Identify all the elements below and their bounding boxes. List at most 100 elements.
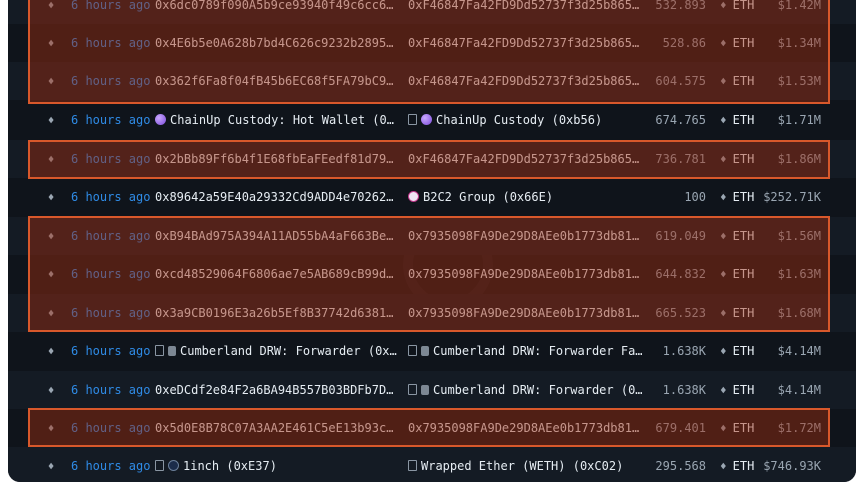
cumberland-logo-icon — [421, 385, 429, 395]
from-address[interactable]: 0x5d0E8B78C07A3AA2E461C5eE13b93c073 — [155, 421, 400, 435]
table-row[interactable]: ♦ 6 hours ago 0xB94BAd975A394A11AD55bA4a… — [8, 217, 856, 255]
table-row[interactable]: ♦ 6 hours ago 1inch (0xE37) Wrapped Ethe… — [8, 447, 856, 482]
to-entity[interactable]: B2C2 Group (0x66E) — [408, 190, 646, 204]
ethereum-icon: ♦ — [720, 0, 727, 12]
usd-value: $1.56M — [777, 229, 821, 243]
time-link[interactable]: 6 hours ago — [71, 0, 150, 12]
amount: 619.049 — [655, 229, 706, 243]
time-link[interactable]: 6 hours ago — [71, 152, 150, 166]
table-row[interactable]: ♦ 6 hours ago 0x4E6b5e0A628b7bd4C626c923… — [8, 24, 856, 62]
ethereum-icon: ♦ — [47, 344, 55, 358]
time-link[interactable]: 6 hours ago — [71, 306, 150, 320]
table-row[interactable]: ♦ 6 hours ago 0x3a9CB0196E3a26b5Ef8B3774… — [8, 294, 856, 332]
from-address[interactable]: 0x2bBb89Ff6b4f1E68fbEaFEedf81d79F30 — [155, 152, 400, 166]
time-link[interactable]: 6 hours ago — [71, 190, 150, 204]
ethereum-icon: ♦ — [47, 459, 55, 473]
usd-value: $1.34M — [777, 36, 821, 50]
contract-document-icon — [408, 384, 417, 395]
contract-document-icon — [408, 345, 417, 356]
usd-value: $1.53M — [777, 74, 821, 88]
from-address[interactable]: 0xcd48529064F6806ae7e5AB689cB99d863 — [155, 267, 400, 281]
from-entity[interactable]: 1inch (0xE37) — [155, 459, 400, 473]
to-address[interactable]: 0xF46847Fa42FD9Dd52737f3d25b8659cce4cb — [408, 0, 646, 12]
from-entity[interactable]: ChainUp Custody: Hot Wallet (0x0e — [155, 113, 400, 127]
to-entity[interactable]: Cumberland DRW: Forwarder (0x28 — [408, 383, 646, 397]
to-address[interactable]: 0xF46847Fa42FD9Dd52737f3d25b8659cce — [408, 152, 646, 166]
to-address[interactable]: 0x7935098FA9De29D8AEe0b1773db8178b2 — [408, 421, 646, 435]
b2c2-logo-icon — [408, 191, 419, 202]
from-entity[interactable]: Cumberland DRW: Forwarder (0x28 — [155, 344, 400, 358]
from-address[interactable]: 0x4E6b5e0A628b7bd4C626c9232b28950d4 — [155, 36, 400, 50]
ethereum-icon: ♦ — [47, 113, 55, 127]
usd-value: $1.68M — [777, 306, 821, 320]
amount: 644.832 — [655, 267, 706, 281]
amount: 295.568 — [655, 459, 706, 473]
amount: 100 — [684, 190, 706, 204]
ethereum-icon: ♦ — [720, 384, 727, 397]
to-entity[interactable]: Cumberland DRW: Forwarder Facto — [408, 344, 646, 358]
contract-document-icon — [155, 345, 164, 356]
amount: 1.638K — [662, 383, 706, 397]
to-address[interactable]: 0x7935098FA9De29D8AEe0b1773db8178b2 — [408, 306, 646, 320]
to-entity[interactable]: Wrapped Ether (WETH) (0xC02) — [408, 459, 646, 473]
ethereum-icon: ♦ — [47, 421, 55, 435]
time-link[interactable]: 6 hours ago — [71, 36, 150, 50]
time-link[interactable]: 6 hours ago — [71, 267, 150, 281]
time-link[interactable]: 6 hours ago — [71, 421, 150, 435]
amount: 1.638K — [662, 344, 706, 358]
to-address[interactable]: 0x7935098FA9De29D8AEe0b1773db8178b2 — [408, 267, 646, 281]
transfers-table: ♦ 6 hours ago 0x6dc0789f090A5b9ce93940f4… — [8, 0, 856, 482]
usd-value: $1.42M — [777, 0, 821, 12]
table-row[interactable]: ♦ 6 hours ago ChainUp Custody: Hot Walle… — [8, 101, 856, 139]
contract-document-icon — [155, 460, 164, 471]
to-entity-label: Wrapped Ether (WETH) (0xC02) — [421, 459, 624, 473]
table-row[interactable]: ♦ 6 hours ago 0x89642a59E40a29332Cd9ADD4… — [8, 178, 856, 216]
amount: 674.765 — [655, 113, 706, 127]
to-address[interactable]: 0xF46847Fa42FD9Dd52737f3d25b8659cce — [408, 74, 646, 88]
table-row[interactable]: ♦ 6 hours ago 0x362f6Fa8f04fB45b6EC68f5F… — [8, 62, 856, 100]
ethereum-icon: ♦ — [47, 267, 55, 281]
from-address[interactable]: 0x6dc0789f090A5b9ce93940f49c6cc6c6cec — [155, 0, 400, 12]
amount: 665.523 — [655, 306, 706, 320]
amount: 532.893 — [655, 0, 706, 12]
usd-value: $1.72M — [777, 421, 821, 435]
ethereum-icon: ♦ — [720, 268, 727, 281]
table-row[interactable]: ♦ 6 hours ago 0x2bBb89Ff6b4f1E68fbEaFEed… — [8, 140, 856, 178]
usd-value: $746.93K — [763, 459, 821, 473]
table-row[interactable]: ♦ 6 hours ago 0xeDCdf2e84F2a6BA94B557B03… — [8, 371, 856, 409]
amount: 528.86 — [662, 36, 706, 50]
table-row[interactable]: ♦ 6 hours ago 0xcd48529064F6806ae7e5AB68… — [8, 255, 856, 293]
table-row[interactable]: ♦ 6 hours ago 0x5d0E8B78C07A3AA2E461C5eE… — [8, 409, 856, 447]
ethereum-icon: ♦ — [720, 230, 727, 243]
ethereum-icon: ♦ — [720, 37, 727, 50]
to-entity[interactable]: ChainUp Custody (0xb56) — [408, 113, 646, 127]
from-address[interactable]: 0x3a9CB0196E3a26b5Ef8B37742d63813b6 — [155, 306, 400, 320]
table-row[interactable]: ♦ 6 hours ago 0x6dc0789f090A5b9ce93940f4… — [8, 0, 856, 24]
from-address[interactable]: 0xeDCdf2e84F2a6BA94B557B03BDFb7D10e — [155, 383, 400, 397]
time-link[interactable]: 6 hours ago — [71, 113, 150, 127]
time-link[interactable]: 6 hours ago — [71, 229, 150, 243]
amount: 604.575 — [655, 74, 706, 88]
to-address[interactable]: 0x7935098FA9De29D8AEe0b1773db8178b2 — [408, 229, 646, 243]
ethereum-icon: ♦ — [47, 0, 55, 12]
to-entity-label: ChainUp Custody (0xb56) — [436, 113, 603, 127]
time-link[interactable]: 6 hours ago — [71, 74, 150, 88]
time-link[interactable]: 6 hours ago — [71, 459, 150, 473]
table-row[interactable]: ♦ 6 hours ago Cumberland DRW: Forwarder … — [8, 332, 856, 370]
from-entity-label: Cumberland DRW: Forwarder (0x28 — [180, 344, 400, 358]
ethereum-icon: ♦ — [720, 114, 727, 127]
ethereum-icon: ♦ — [720, 345, 727, 358]
usd-value: $1.71M — [777, 113, 821, 127]
usd-value: $4.14M — [777, 344, 821, 358]
usd-value: $4.14M — [777, 383, 821, 397]
from-address[interactable]: 0x362f6Fa8f04fB45b6EC68f5FA79bC9725 — [155, 74, 400, 88]
to-address[interactable]: 0xF46847Fa42FD9Dd52737f3d25b8659cce — [408, 36, 646, 50]
from-address[interactable]: 0xB94BAd975A394A11AD55bA4aF663Be8b8 — [155, 229, 400, 243]
ethereum-icon: ♦ — [720, 460, 727, 473]
ethereum-icon: ♦ — [720, 422, 727, 435]
ethereum-icon: ♦ — [720, 307, 727, 320]
from-entity-label: ChainUp Custody: Hot Wallet (0x0e — [170, 113, 400, 127]
time-link[interactable]: 6 hours ago — [71, 383, 150, 397]
from-address[interactable]: 0x89642a59E40a29332Cd9ADD4e70262068 — [155, 190, 400, 204]
time-link[interactable]: 6 hours ago — [71, 344, 150, 358]
